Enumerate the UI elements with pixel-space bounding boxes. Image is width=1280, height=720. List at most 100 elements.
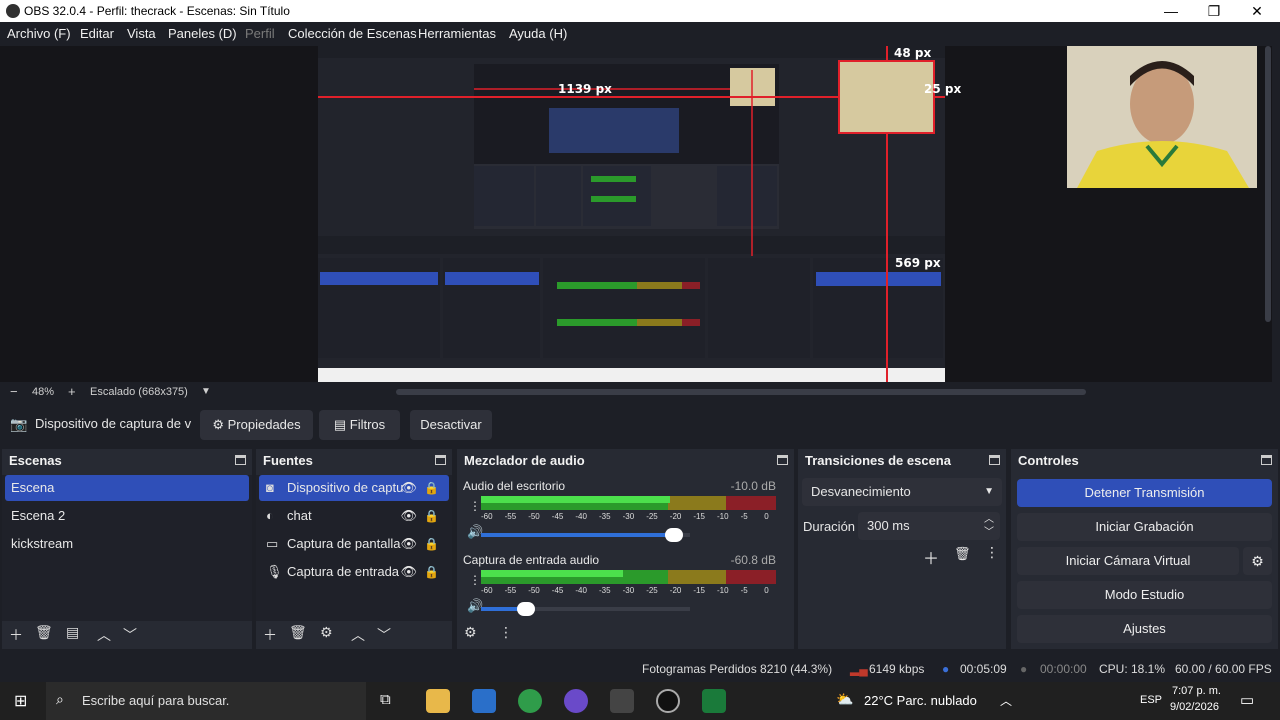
taskbar-search-box[interactable]: ⌕ Escribe aquí para buscar. <box>46 682 366 720</box>
preview-vertical-scrollbar[interactable] <box>1264 46 1272 326</box>
add-transition-button[interactable]: ＋ <box>923 545 939 569</box>
scene-item[interactable]: Escena 2 <box>5 503 249 529</box>
meter-tick-label: -40 <box>575 586 587 595</box>
chrome-icon[interactable] <box>518 689 542 713</box>
kebab-menu-icon[interactable]: ⋮ <box>469 499 481 513</box>
properties-button[interactable]: ⚙ Propiedades <box>200 410 313 440</box>
vectorworks-icon[interactable] <box>702 689 726 713</box>
move-up-button[interactable]: ︿ <box>351 625 365 645</box>
transition-select[interactable]: Desvanecimiento ▼ <box>802 478 1002 506</box>
search-placeholder: Escribe aquí para buscar. <box>82 693 230 708</box>
start-recording-button[interactable]: Iniciar Grabación <box>1017 513 1272 541</box>
menu-coleccion[interactable]: Colección de Escenas <box>288 26 417 41</box>
stepper-down-icon[interactable]: ﹀ <box>984 519 994 547</box>
window-title: OBS 32.0.4 - Perfil: thecrack - Escenas:… <box>24 4 290 18</box>
add-scene-button[interactable]: ＋ <box>9 625 23 645</box>
scene-filters-button[interactable]: ▤ <box>66 625 79 641</box>
source-label: Dispositivo de captu <box>287 480 404 495</box>
gear-icon: ⚙ <box>212 417 225 432</box>
add-source-button[interactable]: ＋ <box>263 625 277 645</box>
outlook-icon[interactable] <box>472 689 496 713</box>
cpu-usage: CPU: 18.1% <box>1099 662 1166 676</box>
source-item[interactable]: 🎙 Captura de entrada 👁 🔒 <box>259 559 449 585</box>
webcam-feed[interactable] <box>1067 46 1257 188</box>
zoom-out-button[interactable]: − <box>10 384 18 399</box>
preview-horizontal-scrollbar[interactable] <box>396 389 1086 395</box>
mixer-title: Mezclador de audio <box>464 453 585 468</box>
undock-icon[interactable] <box>435 455 446 465</box>
menu-paneles[interactable]: Paneles (D) <box>168 26 237 41</box>
meter-tick-label: -50 <box>528 586 540 595</box>
undock-icon[interactable] <box>989 455 1000 465</box>
maximize-button[interactable]: ❐ <box>1194 1 1234 21</box>
tray-chevron-icon[interactable]: ︿ <box>1000 692 1012 709</box>
undock-icon[interactable] <box>1261 455 1272 465</box>
channel-name: Audio del escritorio <box>463 479 566 493</box>
lock-icon[interactable]: 🔒 <box>424 475 439 501</box>
visibility-eye-icon[interactable]: 👁 <box>400 475 417 501</box>
menu-editar[interactable]: Editar <box>80 26 114 41</box>
scene-item[interactable]: Escena <box>5 475 249 501</box>
duration-input[interactable]: 300 ms ︿ ﹀ <box>858 512 1000 540</box>
visibility-eye-icon[interactable]: 👁 <box>400 503 417 529</box>
weather-text[interactable]: 22°C Parc. nublado <box>864 693 977 708</box>
undock-icon[interactable] <box>777 455 788 465</box>
task-view-icon[interactable]: ⧉ <box>380 691 391 708</box>
menu-herramientas[interactable]: Herramientas <box>418 26 496 41</box>
advanced-audio-icon[interactable]: ⚙ <box>464 625 477 641</box>
volume-slider[interactable] <box>481 528 690 542</box>
language-indicator[interactable]: ESP <box>1140 694 1162 706</box>
settings-button[interactable]: Ajustes <box>1017 615 1272 643</box>
zoom-in-button[interactable]: + <box>68 384 76 399</box>
sources-list: ◙ Dispositivo de captu 👁 🔒 ◐ chat 👁 🔒 ▭ … <box>256 475 452 621</box>
source-item[interactable]: ◐ chat 👁 🔒 <box>259 503 449 529</box>
lock-icon[interactable]: 🔒 <box>424 531 439 557</box>
scene-item[interactable]: kickstream <box>5 531 249 557</box>
file-explorer-icon[interactable] <box>426 689 450 713</box>
menu-perfil[interactable]: Perfil <box>245 26 275 41</box>
clock-date[interactable]: 9/02/2026 <box>1170 701 1219 713</box>
menu-archivo[interactable]: Archivo (F) <box>7 26 71 41</box>
preview-label-top: 48 px <box>894 46 932 60</box>
menu-vista[interactable]: Vista <box>127 26 156 41</box>
mixer-header: Mezclador de audio <box>457 449 794 473</box>
volume-slider[interactable] <box>481 602 690 616</box>
notification-icon[interactable]: ▭ <box>1240 691 1254 709</box>
camera-icon: 📷 <box>10 416 28 432</box>
remove-scene-button[interactable]: 🗑 <box>35 625 53 641</box>
source-item[interactable]: ◙ Dispositivo de captu 👁 🔒 <box>259 475 449 501</box>
remove-transition-button[interactable]: 🗑 <box>954 547 971 562</box>
app-icon[interactable] <box>564 689 588 713</box>
lock-icon[interactable]: 🔒 <box>424 559 439 585</box>
menu-ayuda[interactable]: Ayuda (H) <box>509 26 567 41</box>
deactivate-button[interactable]: Desactivar <box>410 410 492 440</box>
transition-menu-icon[interactable]: ⋮ <box>985 545 999 561</box>
minimize-button[interactable]: — <box>1151 1 1191 21</box>
source-properties-button[interactable]: ⚙ <box>320 625 333 641</box>
visibility-eye-icon[interactable]: 👁 <box>400 531 417 557</box>
mixer-menu-icon[interactable]: ⋮ <box>499 625 513 641</box>
meter-tick-label: -45 <box>551 512 564 521</box>
close-button[interactable]: ✕ <box>1237 1 1277 21</box>
source-item[interactable]: ▭ Captura de pantalla 👁 🔒 <box>259 531 449 557</box>
visibility-eye-icon[interactable]: 👁 <box>400 559 417 585</box>
windows-start-icon[interactable]: ⊞ <box>14 691 27 711</box>
virtual-camera-button[interactable]: Iniciar Cámara Virtual <box>1017 547 1239 575</box>
virtual-camera-settings-icon[interactable]: ⚙ <box>1243 547 1272 575</box>
camera-icon: ◙ <box>266 480 274 495</box>
move-down-button[interactable]: ﹀ <box>377 625 391 645</box>
filters-button[interactable]: ▤ Filtros <box>319 410 400 440</box>
obs-taskbar-icon[interactable] <box>656 689 680 713</box>
move-down-button[interactable]: ﹀ <box>123 625 137 645</box>
mixer-channel-mic: Captura de entrada audio -60.8 dB ⋮ -60 -… <box>461 551 780 621</box>
undock-icon[interactable] <box>235 455 246 465</box>
kebab-menu-icon[interactable]: ⋮ <box>469 573 481 587</box>
studio-mode-button[interactable]: Modo Estudio <box>1017 581 1272 609</box>
clock-time[interactable]: 7:07 p. m. <box>1172 685 1221 697</box>
scaling-dropdown[interactable]: ▼ <box>201 386 211 397</box>
settings-app-icon[interactable] <box>610 689 634 713</box>
move-up-button[interactable]: ︿ <box>97 625 111 645</box>
lock-icon[interactable]: 🔒 <box>424 503 439 529</box>
stop-stream-button[interactable]: Detener Transmisión <box>1017 479 1272 507</box>
remove-source-button[interactable]: 🗑 <box>289 625 307 641</box>
